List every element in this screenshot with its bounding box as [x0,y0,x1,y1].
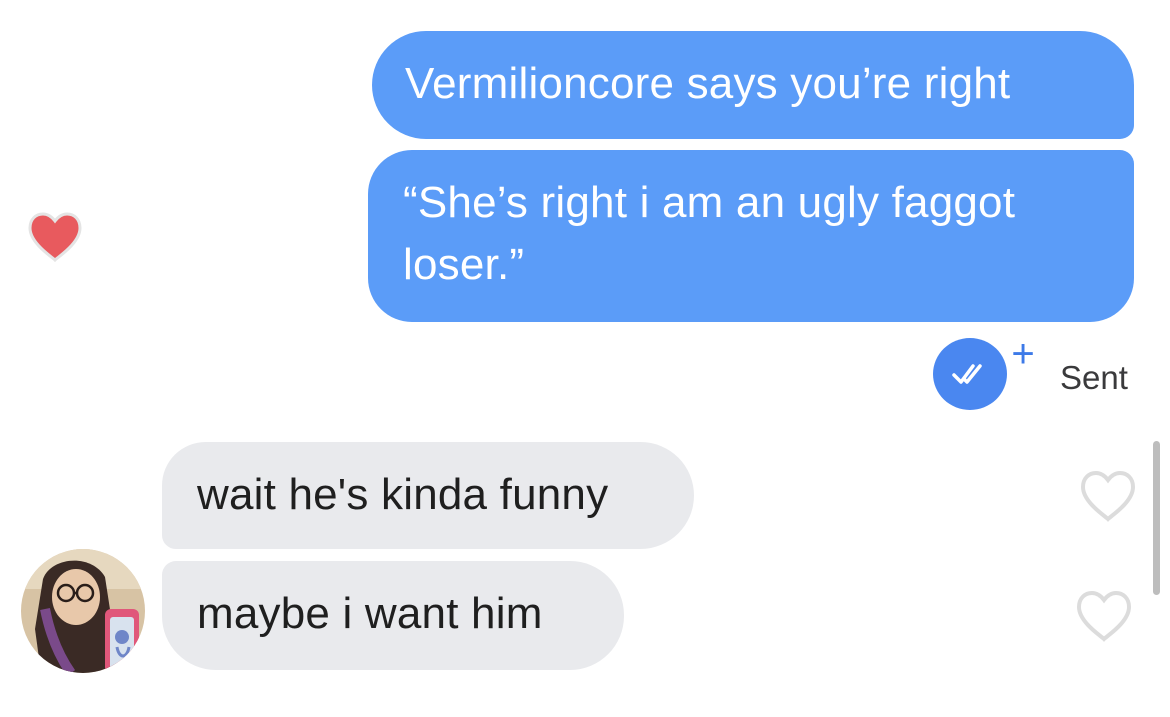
heart-outline-icon[interactable] [1074,588,1134,644]
avatar[interactable] [21,549,145,673]
double-check-icon [952,364,982,384]
incoming-message[interactable]: wait he's kinda funny [162,442,694,549]
sent-status: Sent [1060,359,1128,396]
heart-filled-icon[interactable] [26,210,84,264]
profile-photo [21,549,145,673]
heart-outline-icon[interactable] [1078,468,1138,524]
incoming-message[interactable]: maybe i want him [162,561,624,670]
plus-icon[interactable]: + [1008,334,1038,374]
scrollbar[interactable] [1153,441,1160,595]
chat-thread: Vermilioncore says you’re right “She’s r… [0,0,1170,717]
outgoing-message[interactable]: “She’s right i am an ugly faggot loser.” [368,150,1134,322]
outgoing-message[interactable]: Vermilioncore says you’re right [372,31,1134,139]
read-receipt [933,338,1007,410]
